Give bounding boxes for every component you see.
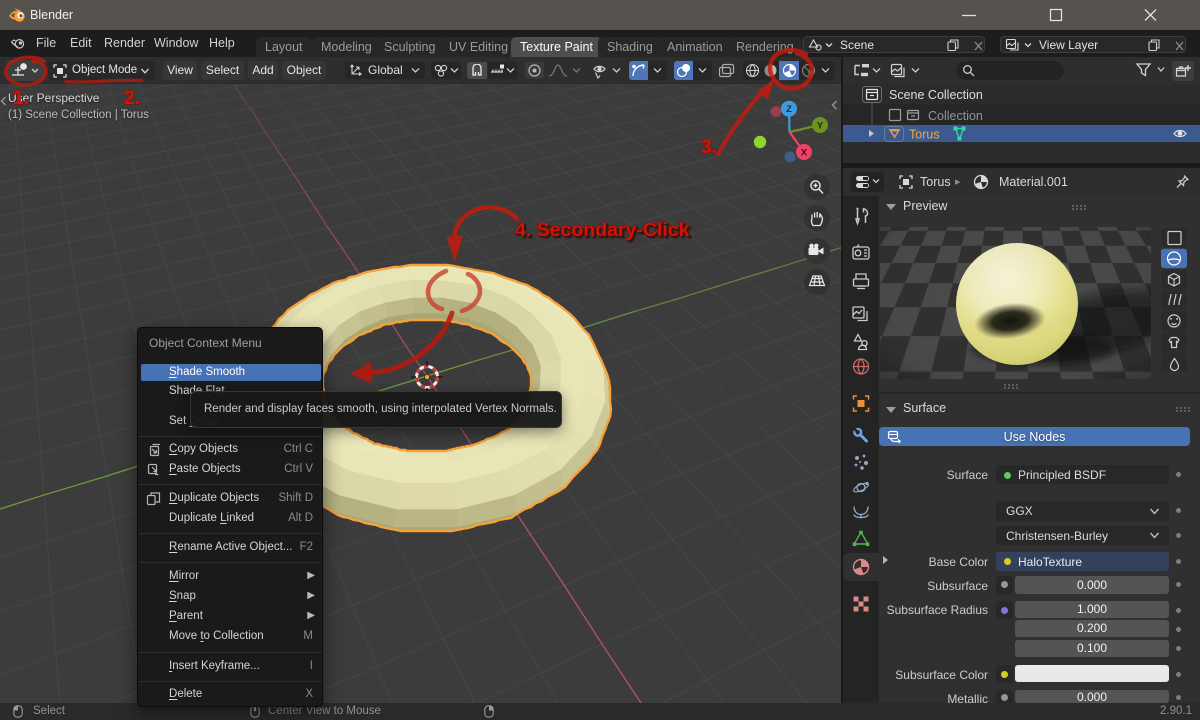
svg-text:Torus: Torus: [909, 128, 940, 142]
svg-text:Scene Collection: Scene Collection: [889, 88, 983, 102]
svg-text:Y: Y: [817, 121, 824, 132]
svg-text:Collection: Collection: [928, 109, 983, 123]
svg-text:X: X: [801, 148, 808, 159]
svg-text:Z: Z: [786, 104, 792, 115]
